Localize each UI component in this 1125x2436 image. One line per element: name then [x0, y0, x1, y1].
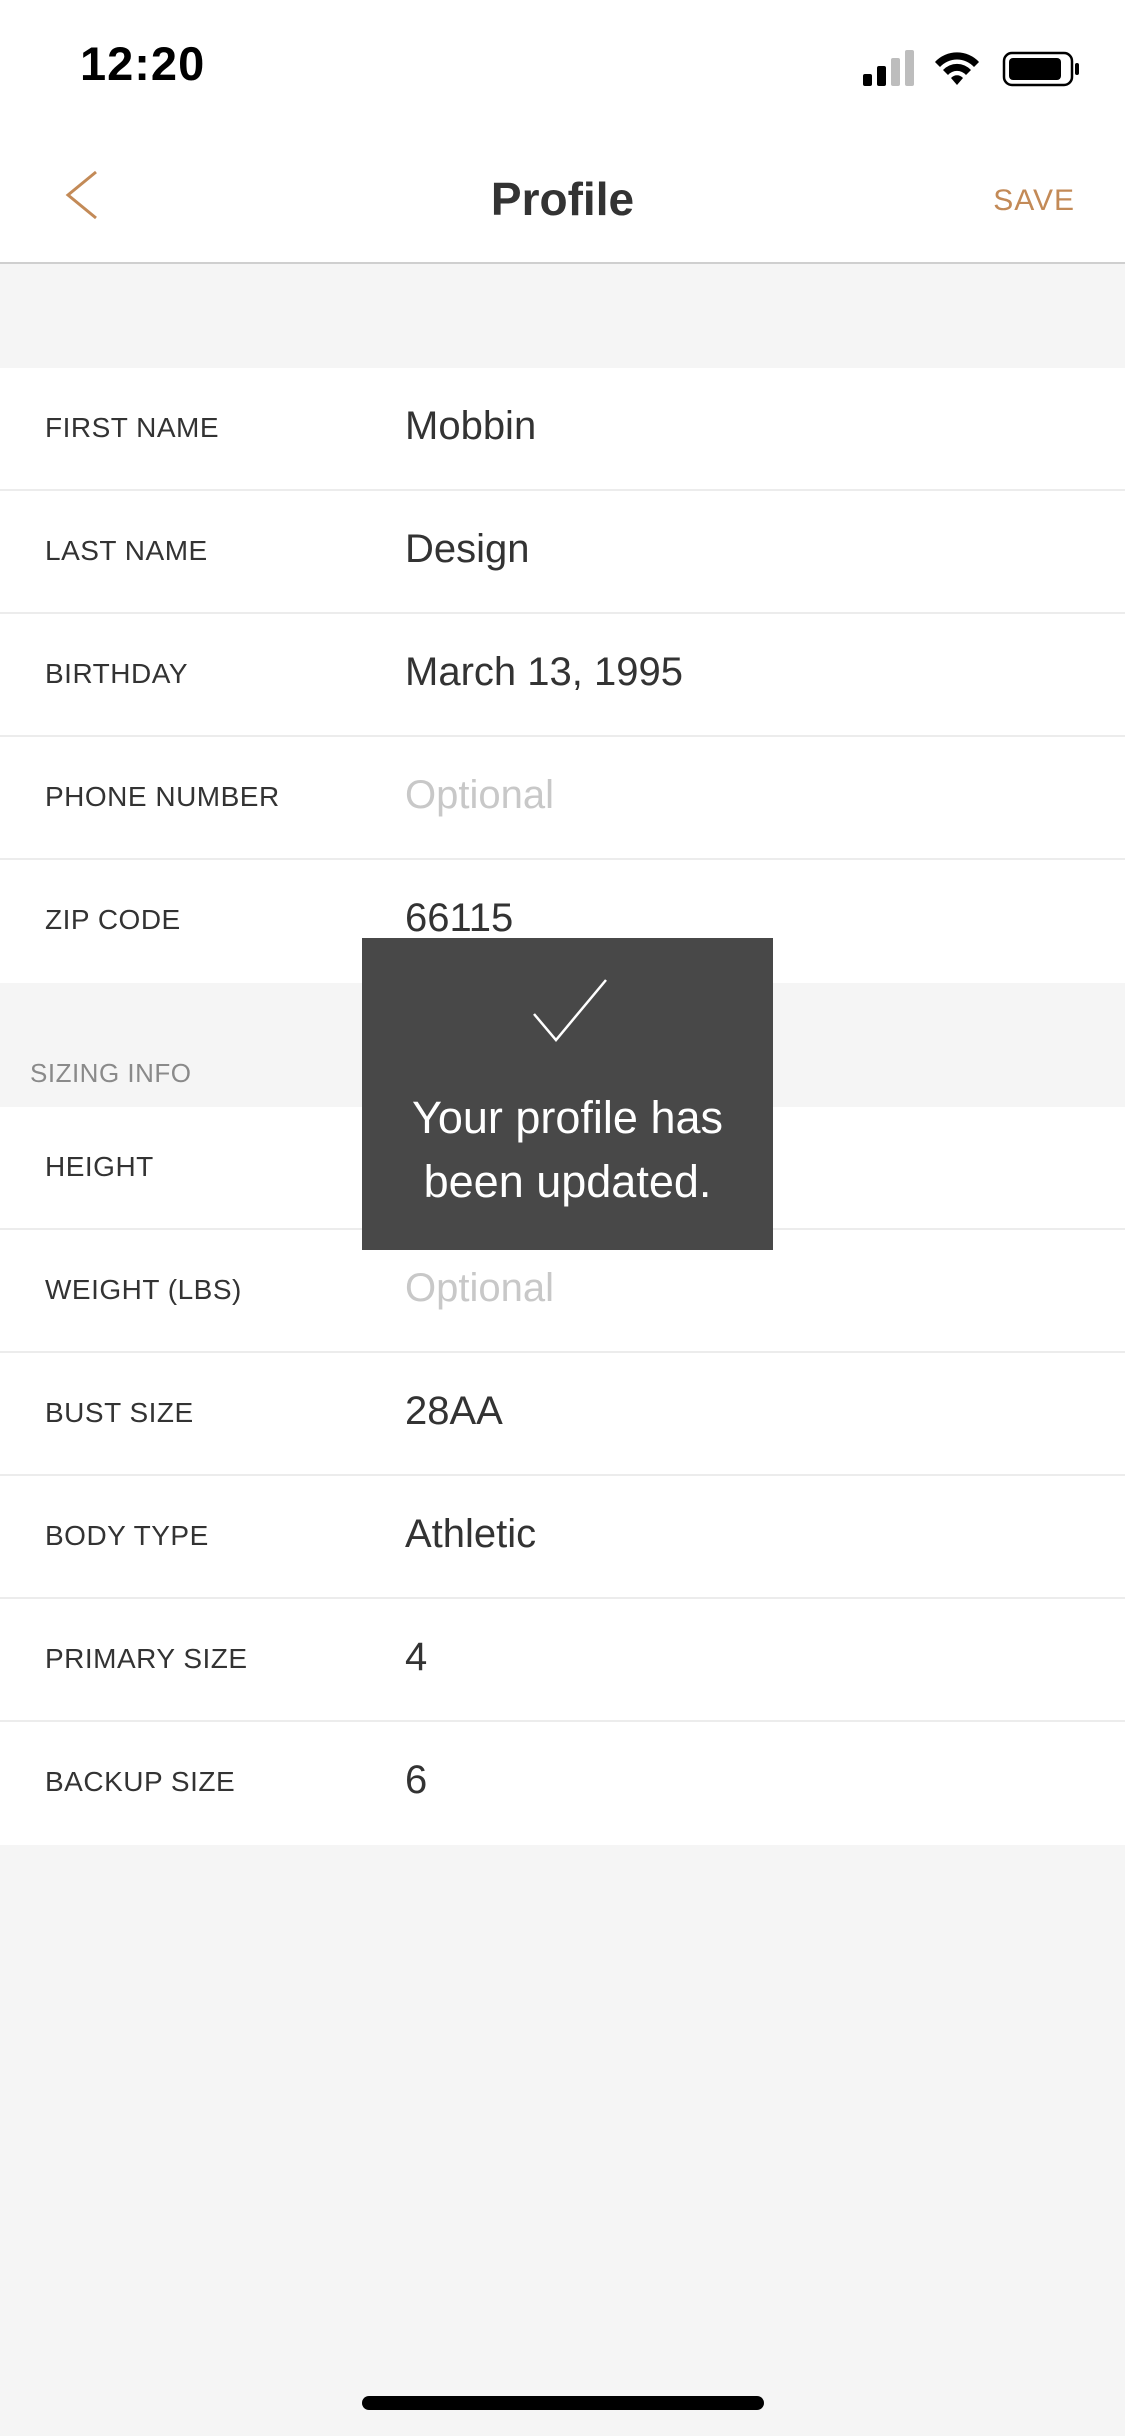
home-indicator — [362, 2396, 764, 2410]
zip-code-field[interactable] — [405, 896, 1055, 941]
zip-code-label: ZIP CODE — [45, 904, 181, 935]
form-row-last-name[interactable]: LAST NAME — [0, 491, 1125, 614]
status-bar: 12:20 — [0, 0, 1125, 132]
form-row-first-name[interactable]: FIRST NAME — [0, 368, 1125, 491]
birthday-field[interactable] — [405, 650, 1055, 695]
height-label: HEIGHT — [45, 1151, 154, 1182]
phone-number-label: PHONE NUMBER — [45, 781, 280, 812]
primary-size-label: PRIMARY SIZE — [45, 1643, 248, 1674]
form-row-birthday[interactable]: BIRTHDAY — [0, 614, 1125, 737]
page-title: Profile — [490, 173, 635, 225]
phone-number-field[interactable] — [405, 773, 1055, 818]
sizing-info-header: SIZING INFO — [30, 1058, 192, 1088]
success-toast: Your profile has been updated. — [362, 938, 773, 1250]
form-row-phone-number[interactable]: PHONE NUMBER — [0, 737, 1125, 860]
signal-icon — [863, 50, 914, 86]
first-name-label: FIRST NAME — [45, 412, 220, 443]
form-row-body-type[interactable]: BODY TYPE — [0, 1476, 1125, 1599]
birthday-label: BIRTHDAY — [45, 658, 188, 689]
bust-size-field[interactable] — [405, 1389, 1055, 1434]
battery-icon — [1002, 51, 1079, 87]
last-name-field[interactable] — [405, 527, 1055, 572]
status-icons — [863, 48, 1083, 90]
bust-size-label: BUST SIZE — [45, 1397, 194, 1428]
weight-label: WEIGHT (LBS) — [45, 1274, 242, 1305]
backup-size-field[interactable] — [405, 1758, 1055, 1803]
form-row-backup-size[interactable]: BACKUP SIZE — [0, 1722, 1125, 1845]
body-type-field[interactable] — [405, 1512, 1055, 1557]
weight-field[interactable] — [405, 1266, 1055, 1311]
form-row-bust-size[interactable]: BUST SIZE — [0, 1353, 1125, 1476]
body-type-label: BODY TYPE — [45, 1520, 209, 1551]
backup-size-label: BACKUP SIZE — [45, 1766, 236, 1797]
last-name-label: LAST NAME — [45, 535, 208, 566]
primary-size-field[interactable] — [405, 1635, 1055, 1680]
wifi-icon — [935, 52, 979, 85]
personal-info-section: FIRST NAME LAST NAME BIRTHDAY PHONE NUMB… — [0, 368, 1125, 983]
checkmark-icon — [533, 979, 607, 1042]
form-row-primary-size[interactable]: PRIMARY SIZE — [0, 1599, 1125, 1722]
first-name-field[interactable] — [405, 404, 1055, 449]
navigation-bar: Profile SAVE — [0, 132, 1125, 264]
save-button[interactable]: SAVE — [993, 184, 1075, 218]
toast-message: Your profile has been updated. — [411, 1092, 724, 1207]
status-time: 12:20 — [80, 37, 206, 90]
